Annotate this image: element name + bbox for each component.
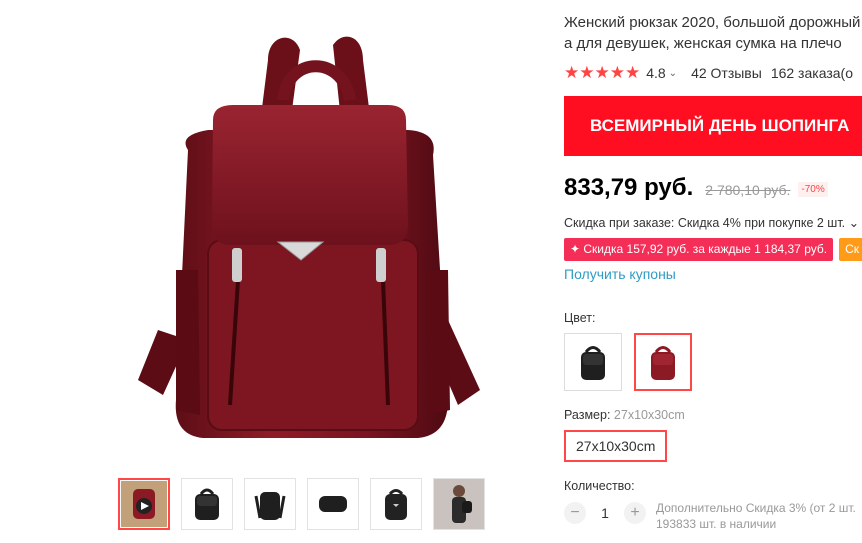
size-option[interactable]: 27x10x30cm (564, 430, 668, 462)
rating-row: ★★★★★ 4.8 ⌄ 42 Отзывы 162 заказа(о (564, 63, 853, 83)
size-label: Размер: 27x10x30cm (564, 408, 685, 422)
current-price: 833,79 руб. (564, 174, 694, 201)
red-backpack-swatch-icon (651, 346, 675, 380)
color-option-red[interactable] (634, 333, 692, 391)
quantity-stepper: − 1 + Дополнительно Скидка 3% (от 2 шт. … (564, 500, 856, 532)
chevron-down-icon[interactable]: ⌄ (669, 68, 677, 79)
stock-count: 193833 шт. в наличии (656, 517, 777, 531)
bulk-discount-note: Дополнительно Скидка 3% (от 2 шт. (656, 501, 856, 515)
thumbnail-black-side[interactable] (244, 478, 296, 530)
thumbnail-black-front[interactable] (181, 478, 233, 530)
quantity-input[interactable]: 1 (586, 502, 624, 524)
store-discount-tag[interactable]: ✦ Скидка 157,92 руб. за каждые 1 184,37 … (564, 238, 834, 261)
product-title-line2: а для девушек, женская сумка на плечо (564, 35, 842, 52)
backpack-side-icon (254, 492, 286, 520)
product-gallery (0, 0, 540, 543)
product-info: Женский рюкзак 2020, большой дорожный а … (564, 0, 862, 543)
rating-stars-icon: ★★★★★ (564, 63, 641, 82)
black-backpack-swatch-icon (581, 346, 605, 380)
extra-discount-tag[interactable]: Ск (839, 238, 862, 261)
product-title: Женский рюкзак 2020, большой дорожный а … (564, 12, 862, 54)
get-coupons-link[interactable]: Получить купоны (564, 266, 676, 282)
backpack-bottom-icon (319, 496, 347, 512)
rating-value[interactable]: 4.8 (646, 65, 665, 81)
thumbnail-model[interactable] (433, 478, 485, 530)
discount-badge: -70% (798, 182, 828, 197)
old-price: 2 780,10 руб. (705, 182, 791, 198)
quantity-note: Дополнительно Скидка 3% (от 2 шт. 193833… (656, 500, 856, 532)
promo-tags: ✦ Скидка 157,92 руб. за каждые 1 184,37 … (564, 238, 862, 261)
promo-banner[interactable]: ВСЕМИРНЫЙ ДЕНЬ ШОПИНГА (564, 96, 862, 156)
main-product-image[interactable] (118, 20, 498, 450)
thumbnail-black-bottom[interactable] (307, 478, 359, 530)
color-label: Цвет: (564, 311, 596, 325)
orders-count: 162 заказа(о (770, 65, 853, 81)
reviews-link[interactable]: 42 Отзывы (691, 65, 762, 81)
backpack-angle-icon (385, 489, 407, 520)
color-option-black[interactable] (564, 333, 622, 391)
order-discount-dropdown[interactable]: Скидка при заказе: Скидка 4% при покупке… (564, 215, 859, 230)
size-label-text: Размер: (564, 408, 611, 422)
thumbnail-video[interactable] (118, 478, 170, 530)
thumbnail-strip (118, 478, 485, 530)
quantity-plus-button[interactable]: + (624, 502, 646, 524)
model-photo-icon (434, 479, 484, 529)
price-row: 833,79 руб. 2 780,10 руб. -70% (564, 174, 828, 202)
quantity-label: Количество: (564, 479, 635, 493)
product-title-line1: Женский рюкзак 2020, большой дорожный (564, 14, 861, 31)
thumbnail-black-angle[interactable] (370, 478, 422, 530)
size-selected-value: 27x10x30cm (613, 408, 685, 422)
backpack-icon (195, 488, 219, 520)
quantity-minus-button[interactable]: − (564, 502, 586, 524)
video-thumbnail-icon (121, 481, 167, 527)
